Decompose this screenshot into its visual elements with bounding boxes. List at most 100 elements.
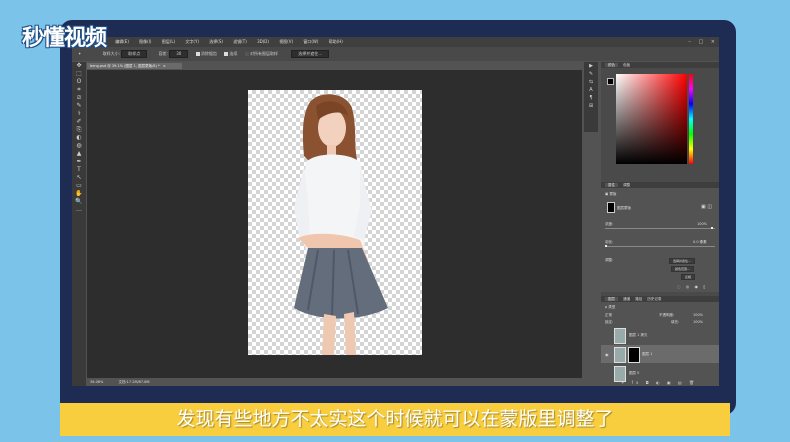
- close-icon[interactable]: ×: [711, 39, 715, 45]
- opacity-value[interactable]: 100%: [693, 313, 703, 317]
- contiguous-label: 连续: [229, 51, 238, 56]
- feather-knob[interactable]: [605, 245, 607, 247]
- tab-layers[interactable]: 图层: [605, 297, 618, 301]
- mask-preview: [607, 202, 615, 213]
- eye-icon[interactable]: ◉: [605, 352, 609, 357]
- layer-thumbnail: [614, 347, 626, 363]
- tool-icon[interactable]: 🔍: [72, 198, 86, 206]
- all-layers-label: 对所有图层取样: [249, 51, 278, 56]
- tool-icon[interactable]: ⚕: [72, 110, 86, 118]
- layer-row-selected[interactable]: ◉ 图层 1: [601, 345, 719, 363]
- tab-properties[interactable]: 属性: [605, 183, 618, 187]
- canvas-workspace[interactable]: [87, 70, 582, 378]
- tool-icon[interactable]: ✐: [72, 118, 86, 126]
- dock-icon[interactable]: ▶: [584, 62, 598, 70]
- fill-value[interactable]: 100%: [693, 320, 703, 324]
- menu-3d[interactable]: 3D(D): [257, 39, 269, 44]
- blend-mode-select[interactable]: 正常: [605, 313, 612, 318]
- tab-swatches[interactable]: 色板: [623, 63, 630, 67]
- tab-paths[interactable]: 路径: [635, 297, 642, 301]
- menu-window[interactable]: 窗口(W): [303, 39, 318, 44]
- tool-icon[interactable]: ʘ: [72, 78, 86, 86]
- tool-icon[interactable]: ▲: [72, 150, 86, 158]
- document-tab[interactable]: beng.psd @ 39.1% (图层 1, 图层蒙版/8) * ×: [87, 63, 182, 69]
- feather-slider[interactable]: [605, 246, 715, 247]
- dock-icon[interactable]: ¶: [584, 94, 598, 102]
- mask-selection-label: 图层蒙版: [617, 206, 631, 210]
- tool-icon[interactable]: ⧄: [72, 94, 86, 102]
- density-knob[interactable]: [711, 227, 713, 229]
- tool-icon[interactable]: ⌗: [72, 86, 86, 94]
- dock-icon[interactable]: ⊞: [584, 102, 598, 110]
- layer-name[interactable]: 图层 1 拷贝: [629, 333, 647, 338]
- tolerance-label: 容差:: [158, 51, 168, 56]
- foreground-swatch[interactable]: [607, 78, 614, 85]
- maximize-icon[interactable]: □: [698, 39, 703, 45]
- tolerance-input[interactable]: 30: [169, 50, 189, 58]
- image-canvas[interactable]: [248, 90, 422, 355]
- close-tab-icon[interactable]: ×: [163, 64, 166, 68]
- tool-icon[interactable]: ✥: [72, 62, 86, 70]
- sample-size-select[interactable]: 取样点: [121, 50, 148, 58]
- properties-tabs: 属性 调整: [601, 182, 719, 188]
- tool-icon[interactable]: T: [72, 166, 86, 174]
- menu-select[interactable]: 选择(S): [209, 39, 223, 44]
- antialias-checkbox[interactable]: [195, 52, 200, 56]
- menu-image[interactable]: 图像(I): [139, 39, 151, 44]
- tool-icon[interactable]: ▭: [72, 182, 86, 190]
- mask-action-icons[interactable]: ◌ ◎ ◉ ▯: [677, 284, 708, 289]
- menu-type[interactable]: 文字(Y): [185, 39, 199, 44]
- tab-color[interactable]: 颜色: [605, 63, 618, 67]
- layer-footer-icons[interactable]: ⚭ fx ◘ ◐ ▣ ▤ 🗑: [621, 380, 697, 385]
- color-range-button[interactable]: 颜色范围...: [671, 266, 694, 272]
- invert-button[interactable]: 反相: [681, 274, 696, 280]
- layer-filter[interactable]: ρ 类型: [605, 305, 615, 310]
- menu-view[interactable]: 视图(V): [279, 39, 293, 44]
- antialias-label: 消除锯齿: [200, 51, 217, 56]
- layer-mask-thumbnail[interactable]: [628, 347, 640, 363]
- photoshop-window: Ps 文件(F) 编辑(E) 图像(I) 图层(L) 文字(Y) 选择(S) 滤…: [72, 37, 719, 386]
- density-slider[interactable]: [605, 228, 715, 229]
- density-value[interactable]: 100%: [697, 222, 707, 226]
- zoom-level[interactable]: 36.06%: [90, 380, 103, 384]
- tool-icon[interactable]: ↖: [72, 174, 86, 182]
- tab-adjustments[interactable]: 调整: [623, 183, 630, 187]
- hue-slider[interactable]: [689, 74, 693, 164]
- kind-label: 类型: [608, 305, 616, 309]
- tool-icon[interactable]: ◐: [72, 134, 86, 142]
- all-layers-checkbox[interactable]: [244, 52, 249, 56]
- tab-channels[interactable]: 通道: [623, 297, 630, 301]
- tool-icon[interactable]: ⎘: [72, 126, 86, 134]
- menu-help[interactable]: 帮助(H): [329, 39, 343, 44]
- mask-header-label: 蒙版: [609, 192, 617, 196]
- select-and-mask-button[interactable]: 选择并遮住...: [291, 50, 330, 58]
- feather-value[interactable]: 0.0 像素: [693, 240, 707, 245]
- dock-icon[interactable]: ⇆: [584, 78, 598, 86]
- select-and-mask-panel-button[interactable]: 选择并遮住...: [669, 258, 695, 264]
- tool-icon[interactable]: …: [72, 206, 86, 214]
- menu-layer[interactable]: 图层(L): [162, 39, 175, 44]
- menu-bar: Ps 文件(F) 编辑(E) 图像(I) 图层(L) 文字(Y) 选择(S) 滤…: [72, 37, 719, 47]
- tool-icon[interactable]: ✎: [72, 102, 86, 110]
- layer-row[interactable]: 图层 1 拷贝: [601, 326, 719, 344]
- dock-icon[interactable]: A: [584, 86, 598, 94]
- tool-icon[interactable]: ✒: [72, 158, 86, 166]
- tool-icon[interactable]: ✋: [72, 190, 86, 198]
- minimize-icon[interactable]: –: [688, 39, 691, 45]
- mask-options-icon[interactable]: ▣ ◫: [701, 204, 712, 210]
- tool-icon[interactable]: ⬚: [72, 70, 86, 78]
- subtitle-caption: 发现有些地方不太实这个时候就可以在蒙版里调整了: [60, 403, 730, 436]
- tab-history[interactable]: 历史记录: [647, 297, 661, 301]
- color-field[interactable]: [616, 74, 687, 164]
- contiguous-checkbox[interactable]: [224, 52, 229, 56]
- fill-label: 填充:: [671, 320, 680, 324]
- menu-edit[interactable]: 编辑(E): [115, 39, 129, 44]
- layers-tabs: 图层 通道 路径 历史记录: [601, 296, 719, 302]
- opacity-label: 不透明度:: [659, 313, 675, 317]
- layer-name[interactable]: 图层 1: [642, 352, 652, 357]
- adjust-label: 调整:: [605, 258, 614, 262]
- layer-name[interactable]: 图层 0: [629, 371, 639, 376]
- menu-filter[interactable]: 滤镜(T): [233, 39, 247, 44]
- dock-icon[interactable]: ✎: [584, 70, 598, 78]
- tool-icon[interactable]: ◍: [72, 142, 86, 150]
